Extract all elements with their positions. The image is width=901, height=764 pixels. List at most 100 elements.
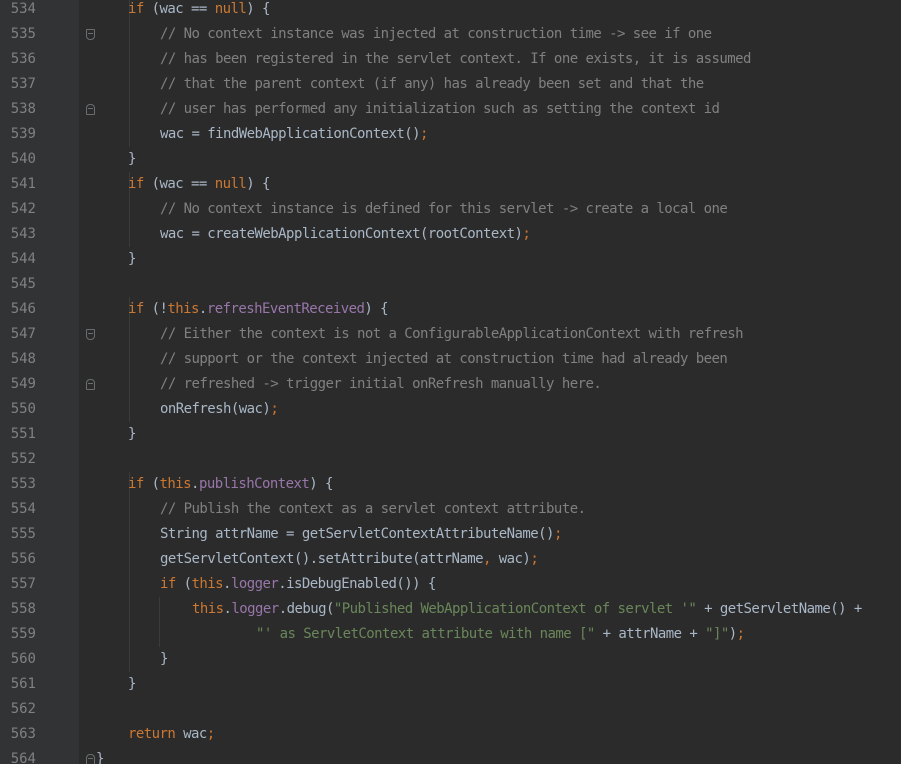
fold-end-icon[interactable]	[86, 754, 95, 764]
code-text: if (this.publishContext) {	[128, 475, 333, 493]
code-token: ) {	[246, 1, 270, 17]
code-token: if	[128, 476, 144, 492]
code-text: }	[128, 150, 136, 168]
code-line[interactable]: 548 // support or the context injected at…	[0, 347, 901, 372]
code-token: // No context instance is defined for th…	[160, 201, 728, 217]
code-token: "' as ServletContext attribute with name…	[256, 626, 595, 642]
code-token: (wac ==	[143, 176, 215, 192]
code-token: ;	[522, 226, 531, 242]
code-token: )	[728, 626, 737, 642]
fold-end-icon[interactable]	[86, 104, 95, 115]
code-line[interactable]: 562	[0, 697, 901, 722]
code-line[interactable]: 534 if (wac == null) {	[0, 0, 901, 22]
code-line[interactable]: 538 // user has performed any initializat…	[0, 97, 901, 122]
code-line[interactable]: 558 this.logger.debug("Published WebAppli…	[0, 597, 901, 622]
code-token: .	[198, 301, 207, 317]
code-token: // refreshed -> trigger initial onRefres…	[160, 376, 602, 392]
code-text: // No context instance is defined for th…	[160, 200, 728, 218]
code-line[interactable]: 563 return wac;	[0, 722, 901, 747]
code-line[interactable]: 549 // refreshed -> trigger initial onRef…	[0, 372, 901, 397]
line-number: 541	[10, 176, 36, 192]
line-number: 547	[10, 326, 36, 342]
line-number: 557	[10, 576, 36, 592]
fold-start-icon[interactable]	[86, 329, 95, 340]
code-text: onRefresh(wac);	[160, 400, 279, 418]
code-line[interactable]: 555 String attrName = getServletContextAt…	[0, 522, 901, 547]
code-token: // has been registered in the servlet co…	[160, 51, 751, 67]
line-number: 555	[10, 526, 36, 542]
code-token: ;	[736, 626, 745, 642]
code-line[interactable]: 553 if (this.publishContext) {	[0, 472, 901, 497]
line-number: 559	[10, 626, 36, 642]
code-line[interactable]: 556 getServletContext().setAttribute(attr…	[0, 547, 901, 572]
code-token: .isDebugEnabled()) {	[278, 576, 436, 592]
code-line[interactable]: 535 // No context instance was injected a…	[0, 22, 901, 47]
code-token: // user has performed any initialization…	[160, 101, 720, 117]
code-line[interactable]: 552	[0, 447, 901, 472]
line-number: 549	[10, 376, 36, 392]
code-line[interactable]: 542 // No context instance is defined for…	[0, 197, 901, 222]
code-token: (	[175, 576, 192, 592]
code-line[interactable]: 541 if (wac == null) {	[0, 172, 901, 197]
code-line[interactable]: 551}	[0, 422, 901, 447]
code-line[interactable]: 546 if (!this.refreshEventReceived) {	[0, 297, 901, 322]
code-token: (	[143, 476, 160, 492]
code-token: // Either the context is not a Configura…	[160, 326, 744, 342]
code-token: this	[192, 601, 224, 617]
code-line[interactable]: 536 // has been registered in the servlet…	[0, 47, 901, 72]
code-line[interactable]: 537 // that the parent context (if any) h…	[0, 72, 901, 97]
code-text: this.logger.debug("Published WebApplicat…	[192, 600, 862, 618]
line-number: 539	[10, 126, 36, 142]
code-token: // Publish the context as a servlet cont…	[160, 501, 586, 517]
code-token: this	[167, 301, 199, 317]
code-token: if	[160, 576, 176, 592]
code-area[interactable]: 534 if (wac == null) {535// No context in…	[0, 0, 901, 764]
code-token: }	[128, 151, 136, 167]
code-line[interactable]: 559 "' as ServletContext attribute with n…	[0, 622, 901, 647]
code-line[interactable]: 544}	[0, 247, 901, 272]
code-text: if (!this.refreshEventReceived) {	[128, 300, 389, 318]
code-token: if	[128, 301, 144, 317]
code-text: // that the parent context (if any) has …	[160, 75, 704, 93]
code-editor[interactable]: 534 if (wac == null) {535// No context in…	[0, 0, 901, 764]
fold-start-icon[interactable]	[86, 29, 95, 40]
line-number: 548	[10, 351, 36, 367]
code-line[interactable]: 560}	[0, 647, 901, 672]
code-line[interactable]: 557 if (this.logger.isDebugEnabled()) {	[0, 572, 901, 597]
code-line[interactable]: 550 onRefresh(wac);	[0, 397, 901, 422]
line-number: 543	[10, 226, 36, 242]
code-text: }	[96, 750, 104, 764]
line-number: 553	[10, 476, 36, 492]
code-text: // user has performed any initialization…	[160, 100, 720, 118]
code-text: // support or the context injected at co…	[160, 350, 728, 368]
code-line[interactable]: 540}	[0, 147, 901, 172]
code-token: + getServletName() +	[696, 601, 862, 617]
line-number: 552	[10, 451, 36, 467]
line-number: 544	[10, 251, 36, 267]
code-text: }	[128, 425, 136, 443]
code-line[interactable]: 543 wac = createWebApplicationContext(roo…	[0, 222, 901, 247]
code-token: ;	[530, 551, 539, 567]
line-number: 564	[10, 751, 36, 764]
code-token: return	[128, 726, 176, 742]
line-number: 558	[10, 601, 36, 617]
code-token: "]"	[705, 626, 729, 642]
code-text: "' as ServletContext attribute with name…	[256, 625, 745, 643]
code-line[interactable]: 564}	[0, 747, 901, 764]
code-token: getServletContext().setAttribute(attrNam…	[160, 551, 484, 567]
line-number: 540	[10, 151, 36, 167]
line-number: 536	[10, 51, 36, 67]
code-token: // support or the context injected at co…	[160, 351, 728, 367]
code-token: publishContext	[198, 476, 310, 492]
code-line[interactable]: 561}	[0, 672, 901, 697]
line-number: 563	[10, 726, 36, 742]
code-token: logger	[231, 601, 279, 617]
code-token: ) {	[364, 301, 389, 317]
code-line[interactable]: 539 wac = findWebApplicationContext();	[0, 122, 901, 147]
code-line[interactable]: 554 // Publish the context as a servlet c…	[0, 497, 901, 522]
code-line[interactable]: 545	[0, 272, 901, 297]
code-token: .	[191, 476, 199, 492]
code-line[interactable]: 547 // Either the context is not a Config…	[0, 322, 901, 347]
fold-end-icon[interactable]	[86, 379, 95, 390]
line-number: 534	[10, 1, 36, 17]
